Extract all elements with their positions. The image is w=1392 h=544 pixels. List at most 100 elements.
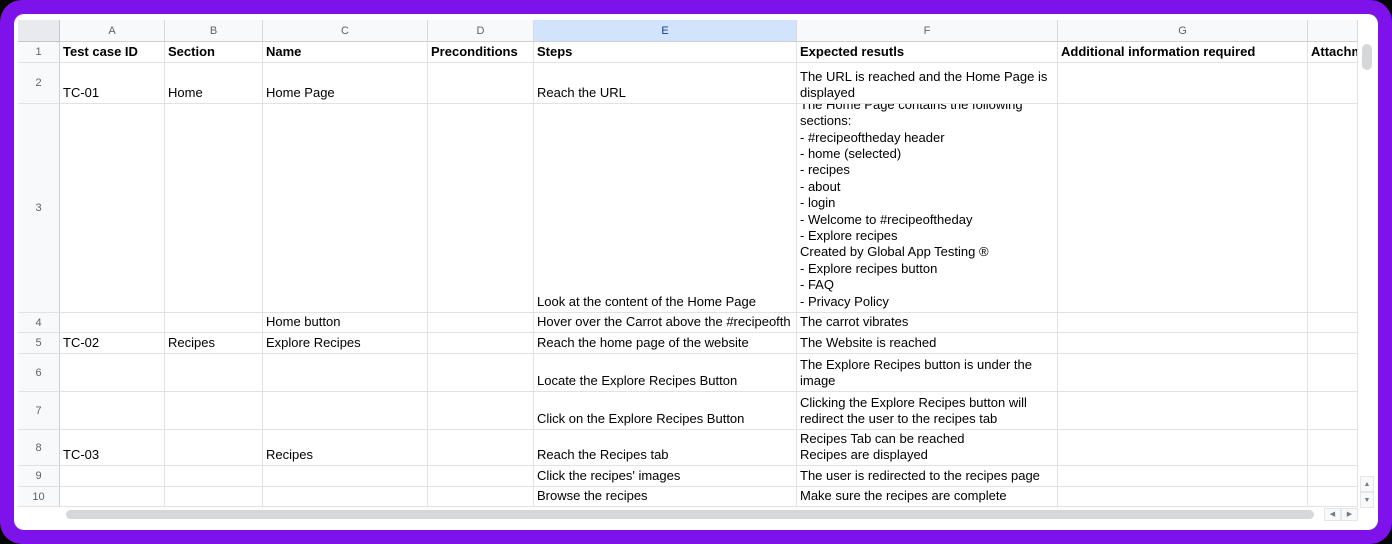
cell-A3[interactable] bbox=[60, 104, 165, 313]
row-number-4[interactable]: 4 bbox=[18, 313, 60, 333]
row-number-2[interactable]: 2 bbox=[18, 63, 60, 104]
cell-F3[interactable]: The Home Page contains the following sec… bbox=[797, 104, 1058, 313]
cell-B9[interactable] bbox=[165, 466, 263, 487]
cell-D2[interactable] bbox=[428, 63, 534, 104]
col-header-C[interactable]: C bbox=[263, 20, 428, 42]
select-all-corner[interactable] bbox=[18, 20, 60, 42]
scroll-right-button[interactable]: ▶ bbox=[1341, 508, 1358, 521]
cell-F10[interactable]: Make sure the recipes are complete bbox=[797, 487, 1058, 507]
cell-G9[interactable] bbox=[1058, 466, 1308, 487]
cell-G3[interactable] bbox=[1058, 104, 1308, 313]
row-number-3[interactable]: 3 bbox=[18, 104, 60, 313]
cell-A7[interactable] bbox=[60, 392, 165, 430]
cell-F6[interactable]: The Explore Recipes button is under the … bbox=[797, 354, 1058, 392]
cell-D9[interactable] bbox=[428, 466, 534, 487]
cell-H6[interactable] bbox=[1308, 354, 1358, 392]
col-header-G[interactable]: G bbox=[1058, 20, 1308, 42]
cell-A5[interactable]: TC-02 bbox=[60, 333, 165, 354]
col-header-F[interactable]: F bbox=[797, 20, 1058, 42]
row-number-8[interactable]: 8 bbox=[18, 430, 60, 466]
cell-A1[interactable]: Test case ID bbox=[60, 42, 165, 63]
cell-E6[interactable]: Locate the Explore Recipes Button bbox=[534, 354, 797, 392]
cell-A8[interactable]: TC-03 bbox=[60, 430, 165, 466]
cell-F2[interactable]: The URL is reached and the Home Page is … bbox=[797, 63, 1058, 104]
row-number-5[interactable]: 5 bbox=[18, 333, 60, 354]
cell-D5[interactable] bbox=[428, 333, 534, 354]
cell-D8[interactable] bbox=[428, 430, 534, 466]
col-header-D[interactable]: D bbox=[428, 20, 534, 42]
cell-D7[interactable] bbox=[428, 392, 534, 430]
cell-C5[interactable]: Explore Recipes bbox=[263, 333, 428, 354]
cell-H10[interactable] bbox=[1308, 487, 1358, 507]
cell-G10[interactable] bbox=[1058, 487, 1308, 507]
cell-C1[interactable]: Name bbox=[263, 42, 428, 63]
cell-E9[interactable]: Click the recipes' images bbox=[534, 466, 797, 487]
row-number-7[interactable]: 7 bbox=[18, 392, 60, 430]
cell-G8[interactable] bbox=[1058, 430, 1308, 466]
cell-C7[interactable] bbox=[263, 392, 428, 430]
cell-E5[interactable]: Reach the home page of the website bbox=[534, 333, 797, 354]
cell-B4[interactable] bbox=[165, 313, 263, 333]
cell-F5[interactable]: The Website is reached bbox=[797, 333, 1058, 354]
cell-B2[interactable]: Home bbox=[165, 63, 263, 104]
cell-C6[interactable] bbox=[263, 354, 428, 392]
cell-F8[interactable]: Recipes Tab can be reached Recipes are d… bbox=[797, 430, 1058, 466]
cell-C9[interactable] bbox=[263, 466, 428, 487]
cell-D6[interactable] bbox=[428, 354, 534, 392]
cell-F4[interactable]: The carrot vibrates bbox=[797, 313, 1058, 333]
cell-E4[interactable]: Hover over the Carrot above the #recipeo… bbox=[534, 313, 797, 333]
cell-G1[interactable]: Additional information required bbox=[1058, 42, 1308, 63]
cell-E3[interactable]: Look at the content of the Home Page bbox=[534, 104, 797, 313]
cell-A6[interactable] bbox=[60, 354, 165, 392]
cell-A9[interactable] bbox=[60, 466, 165, 487]
cell-D4[interactable] bbox=[428, 313, 534, 333]
cell-D1[interactable]: Preconditions bbox=[428, 42, 534, 63]
cell-H4[interactable] bbox=[1308, 313, 1358, 333]
cell-C8[interactable]: Recipes bbox=[263, 430, 428, 466]
vertical-scrollbar-thumb[interactable] bbox=[1362, 44, 1372, 70]
col-header-A[interactable]: A bbox=[60, 20, 165, 42]
cell-H9[interactable] bbox=[1308, 466, 1358, 487]
cell-C2[interactable]: Home Page bbox=[263, 63, 428, 104]
vertical-scrollbar[interactable]: ▲ ▼ bbox=[1360, 42, 1374, 508]
cell-E1[interactable]: Steps bbox=[534, 42, 797, 63]
cell-A2[interactable]: TC-01 bbox=[60, 63, 165, 104]
cell-B6[interactable] bbox=[165, 354, 263, 392]
cell-G2[interactable] bbox=[1058, 63, 1308, 104]
row-number-1[interactable]: 1 bbox=[18, 42, 60, 63]
cell-F9[interactable]: The user is redirected to the recipes pa… bbox=[797, 466, 1058, 487]
cell-B1[interactable]: Section bbox=[165, 42, 263, 63]
cell-H8[interactable] bbox=[1308, 430, 1358, 466]
cell-G7[interactable] bbox=[1058, 392, 1308, 430]
cell-B7[interactable] bbox=[165, 392, 263, 430]
scroll-left-button[interactable]: ◀ bbox=[1324, 508, 1341, 521]
cell-B8[interactable] bbox=[165, 430, 263, 466]
cell-B10[interactable] bbox=[165, 487, 263, 507]
cell-G6[interactable] bbox=[1058, 354, 1308, 392]
cell-B3[interactable] bbox=[165, 104, 263, 313]
cell-E2[interactable]: Reach the URL bbox=[534, 63, 797, 104]
cell-B5[interactable]: Recipes bbox=[165, 333, 263, 354]
row-number-6[interactable]: 6 bbox=[18, 354, 60, 392]
cell-G4[interactable] bbox=[1058, 313, 1308, 333]
col-header-E-selected[interactable]: E bbox=[534, 20, 797, 42]
cell-E8[interactable]: Reach the Recipes tab bbox=[534, 430, 797, 466]
cell-H7[interactable] bbox=[1308, 392, 1358, 430]
cell-F7[interactable]: Clicking the Explore Recipes button will… bbox=[797, 392, 1058, 430]
cell-H2[interactable] bbox=[1308, 63, 1358, 104]
horizontal-scrollbar[interactable]: ◀ ▶ bbox=[18, 508, 1372, 521]
cell-E10[interactable]: Browse the recipes bbox=[534, 487, 797, 507]
cell-A4[interactable] bbox=[60, 313, 165, 333]
cell-G5[interactable] bbox=[1058, 333, 1308, 354]
cell-H1[interactable]: Attachments bbox=[1308, 42, 1358, 63]
scroll-down-button[interactable]: ▼ bbox=[1360, 492, 1374, 508]
cell-H3[interactable] bbox=[1308, 104, 1358, 313]
cell-C4[interactable]: Home button bbox=[263, 313, 428, 333]
cell-F1[interactable]: Expected resutls bbox=[797, 42, 1058, 63]
row-number-9[interactable]: 9 bbox=[18, 466, 60, 487]
cell-C3[interactable] bbox=[263, 104, 428, 313]
cell-H5[interactable] bbox=[1308, 333, 1358, 354]
cell-D10[interactable] bbox=[428, 487, 534, 507]
cell-D3[interactable] bbox=[428, 104, 534, 313]
col-header-B[interactable]: B bbox=[165, 20, 263, 42]
